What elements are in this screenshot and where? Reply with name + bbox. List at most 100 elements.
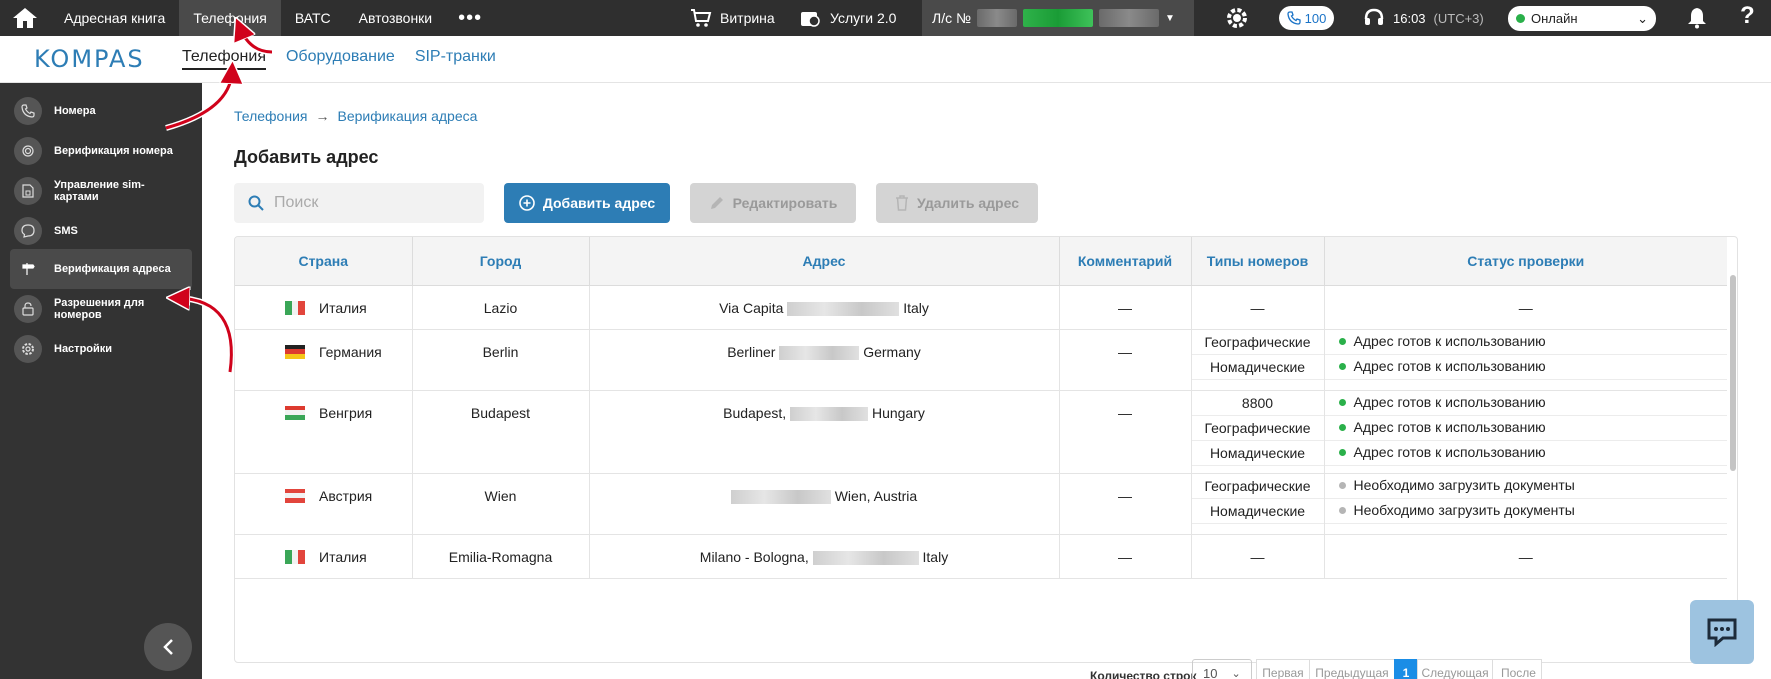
- table-row[interactable]: Италия Emilia-Romagna Milano - Bologna, …: [235, 534, 1727, 579]
- breadcrumb-arrow-icon: →: [315, 108, 330, 124]
- column-header-city[interactable]: Город: [412, 237, 590, 286]
- comment-cell: —: [1059, 473, 1192, 535]
- services-label: Услуги 2.0: [830, 10, 897, 26]
- headset-icon: [1364, 8, 1384, 25]
- help-icon[interactable]: ?: [1740, 2, 1755, 30]
- add-address-button[interactable]: Добавить адрес: [504, 183, 670, 223]
- table-row[interactable]: Италия Lazio Via Capita Italy — — —: [235, 285, 1727, 330]
- table-scrollbar[interactable]: [1730, 275, 1736, 471]
- notifications-bell-icon[interactable]: [1687, 7, 1707, 32]
- search-field[interactable]: [234, 183, 484, 223]
- edit-button[interactable]: Редактировать: [690, 183, 856, 223]
- settings-gear-icon[interactable]: [1225, 6, 1249, 33]
- table-row[interactable]: Австрия Wien Wien, Austria — Географичес…: [235, 473, 1727, 535]
- chevron-left-icon: [163, 639, 173, 655]
- gear-icon: [14, 335, 42, 363]
- sidebar-item-settings[interactable]: Настройки: [10, 329, 192, 369]
- presence-status-select[interactable]: Онлайн ⌄: [1508, 6, 1656, 31]
- chat-bubble-icon: [1707, 618, 1737, 647]
- status-dot-icon: [1338, 399, 1346, 406]
- top-nav-telephony[interactable]: Телефония: [179, 0, 281, 36]
- support-chat-button[interactable]: [1690, 600, 1754, 664]
- services-link[interactable]: Услуги 2.0: [800, 0, 896, 36]
- calls-counter[interactable]: 100: [1279, 6, 1334, 30]
- table-row[interactable]: Венгрия Budapest Budapest, Hungary — 880…: [235, 390, 1727, 474]
- account-number-redacted: [977, 9, 1017, 27]
- chevron-down-icon: ⌄: [1231, 667, 1241, 679]
- country-cell: Австрия: [319, 487, 373, 504]
- clock-time: 16:03: [1393, 10, 1426, 26]
- italy-flag-icon: [285, 300, 306, 315]
- number-types-cell: Географические Номадические: [1191, 473, 1325, 535]
- address-redacted: [779, 345, 860, 360]
- home-icon[interactable]: [0, 0, 50, 36]
- sidebar-item-number-verification[interactable]: Верификация номера: [10, 131, 192, 171]
- address-redacted: [812, 550, 919, 565]
- status-line: Адрес готов к использованию: [1324, 330, 1727, 355]
- sidebar-item-label: Разрешения для номеров: [54, 297, 145, 321]
- tab-sip-trunks[interactable]: SIP-транки: [415, 48, 496, 70]
- status-text: Адрес готов к использованию: [1353, 358, 1546, 374]
- sidebar-item-sms[interactable]: SMS: [10, 211, 192, 251]
- comment-cell: —: [1059, 534, 1192, 579]
- city-cell: Berlin: [412, 329, 590, 391]
- account-balance-redacted: [1023, 9, 1093, 27]
- shop-link[interactable]: Витрина: [690, 0, 775, 36]
- number-types-cell: 8800 Географические Номадические: [1191, 390, 1325, 474]
- address-text: Italy: [903, 299, 929, 316]
- delete-address-button[interactable]: Удалить адрес: [876, 183, 1038, 223]
- main-content: Телефония → Верификация адреса Добавить …: [202, 83, 1771, 679]
- rows-per-page-select[interactable]: 10 ⌄: [1192, 659, 1252, 679]
- column-header-comment[interactable]: Комментарий: [1059, 237, 1192, 286]
- addresses-table: Страна Город Адрес Комментарий Типы номе…: [234, 236, 1738, 663]
- status-cell: —: [1324, 285, 1727, 330]
- status-line: Адрес готов к использованию: [1324, 441, 1727, 466]
- sidebar-item-numbers[interactable]: Номера: [10, 91, 192, 131]
- kompas-logo[interactable]: KOMPAS: [0, 45, 182, 73]
- more-menu-icon[interactable]: •••: [446, 0, 494, 36]
- sim-card-icon: [14, 177, 42, 205]
- status-cell: —: [1324, 534, 1727, 579]
- prev-page-button[interactable]: Предыдущая: [1309, 659, 1395, 679]
- fingerprint-icon: [14, 137, 42, 165]
- top-nav-address-book[interactable]: Адресная книга: [50, 0, 179, 36]
- tab-equipment[interactable]: Оборудование: [286, 48, 395, 70]
- top-nav-vats[interactable]: ВАТС: [281, 0, 345, 36]
- chevron-down-icon: ⌄: [1637, 10, 1648, 26]
- last-page-button[interactable]: После: [1492, 659, 1542, 679]
- next-page-button[interactable]: Следующая: [1417, 659, 1493, 679]
- number-type: Номадические: [1191, 499, 1324, 524]
- status-text: Адрес готов к использованию: [1353, 333, 1546, 349]
- number-type: Номадические: [1191, 355, 1324, 380]
- country-cell: Италия: [319, 299, 367, 316]
- account-selector[interactable]: Л/с № ▼: [922, 0, 1194, 36]
- address-text: Berliner: [727, 343, 776, 360]
- status-dot-icon: [1338, 338, 1346, 345]
- breadcrumb-current[interactable]: Верификация адреса: [337, 108, 477, 124]
- page-1-button[interactable]: 1: [1394, 659, 1418, 679]
- country-cell: Германия: [319, 343, 382, 360]
- sidebar-item-label: Настройки: [54, 343, 113, 355]
- sidebar-item-address-verification[interactable]: Верификация адреса: [10, 249, 192, 289]
- germany-flag-icon: [285, 344, 305, 359]
- address-text: Hungary: [871, 404, 925, 421]
- sidebar-item-number-permissions[interactable]: Разрешения для номеров: [10, 289, 192, 329]
- column-header-number-types[interactable]: Типы номеров: [1191, 237, 1325, 286]
- column-header-country[interactable]: Страна: [235, 237, 413, 286]
- add-address-label: Добавить адрес: [542, 195, 656, 211]
- collapse-sidebar-button[interactable]: [144, 623, 192, 671]
- sidebar-item-sim-management[interactable]: Управление sim-картами: [10, 171, 192, 211]
- breadcrumb-telephony[interactable]: Телефония: [234, 108, 307, 124]
- top-nav-autocalls[interactable]: Автозвонки: [345, 0, 447, 36]
- trash-icon: [896, 195, 909, 211]
- search-input[interactable]: [274, 194, 474, 212]
- italy-flag-icon: [285, 549, 306, 564]
- first-page-button[interactable]: Первая: [1256, 659, 1310, 679]
- column-header-verification-status[interactable]: Статус проверки: [1324, 237, 1727, 286]
- tab-telephony[interactable]: Телефония: [182, 48, 266, 70]
- column-header-address[interactable]: Адрес: [589, 237, 1060, 286]
- table-row[interactable]: Германия Berlin Berliner Germany — Геогр…: [235, 329, 1727, 391]
- address-cell: Milano - Bologna, Italy: [589, 534, 1060, 579]
- austria-flag-icon: [285, 488, 305, 503]
- plus-circle-icon: [519, 195, 535, 211]
